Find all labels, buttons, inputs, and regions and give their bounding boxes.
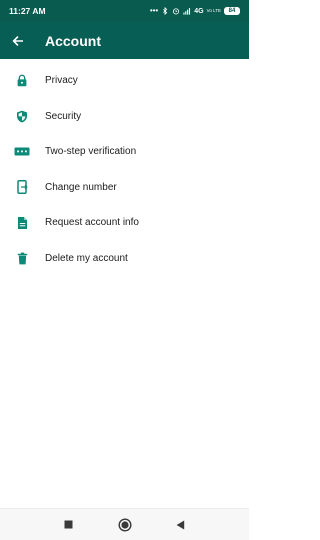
menu-item-label: Delete my account	[45, 252, 128, 264]
account-settings-list: Privacy Security Two-step verification C…	[0, 63, 249, 276]
status-time: 11:27 AM	[9, 6, 46, 16]
lock-icon	[17, 74, 27, 87]
document-icon	[17, 216, 27, 229]
notification-dots: •••	[149, 6, 159, 15]
nav-back-button[interactable]	[153, 520, 209, 530]
volte-indicator: Vo LTE	[206, 7, 221, 13]
menu-item-privacy[interactable]: Privacy	[0, 63, 249, 99]
menu-item-label: Change number	[45, 181, 117, 193]
back-button[interactable]	[0, 22, 36, 59]
menu-item-request-account-info[interactable]: Request account info	[0, 205, 249, 241]
arrow-left-icon	[12, 35, 23, 46]
menu-item-security[interactable]: Security	[0, 99, 249, 135]
alarm-icon	[173, 8, 180, 15]
page-title: Account	[45, 32, 101, 49]
home-button[interactable]	[97, 517, 153, 532]
status-bar: 11:27 AM ••• 4G Vo LTE 84	[0, 0, 249, 22]
recents-square-icon	[64, 520, 73, 529]
menu-item-label: Security	[45, 110, 82, 122]
status-icons: ••• 4G Vo LTE 84	[150, 7, 240, 15]
menu-item-delete-my-account[interactable]: Delete my account	[0, 241, 249, 277]
system-nav-bar	[0, 508, 249, 540]
battery-icon: 84	[224, 7, 240, 15]
bluetooth-icon	[163, 7, 168, 15]
phone-change-icon	[16, 180, 28, 195]
menu-item-label: Request account info	[45, 217, 139, 229]
recents-button[interactable]	[41, 520, 97, 529]
back-triangle-icon	[176, 520, 185, 529]
menu-item-label: Privacy	[45, 75, 78, 87]
home-circle-icon	[117, 517, 132, 532]
signal-icon	[183, 8, 191, 15]
menu-item-change-number[interactable]: Change number	[0, 170, 249, 206]
menu-item-two-step-verification[interactable]: Two-step verification	[0, 134, 249, 170]
shield-icon	[17, 110, 27, 123]
network-type: 4G	[194, 7, 204, 15]
password-dots-icon	[14, 147, 30, 156]
trash-icon	[17, 252, 27, 265]
app-bar: Account	[0, 22, 249, 59]
menu-item-label: Two-step verification	[45, 146, 137, 158]
